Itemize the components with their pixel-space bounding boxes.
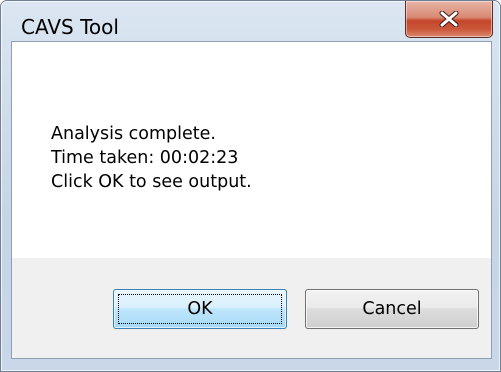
dialog-window: CAVS Tool Analysis complete. Time taken:…	[0, 0, 501, 372]
message-text: Analysis complete. Time taken: 00:02:23 …	[51, 122, 252, 194]
message-line-instruction: Click OK to see output.	[51, 172, 252, 192]
close-button[interactable]	[405, 1, 493, 38]
ok-button[interactable]: OK	[113, 289, 287, 329]
window-title: CAVS Tool	[21, 15, 119, 39]
dialog-client-area: Analysis complete. Time taken: 00:02:23 …	[11, 41, 492, 359]
cancel-button-label: Cancel	[362, 299, 422, 319]
ok-button-label: OK	[187, 299, 213, 319]
title-bar[interactable]: CAVS Tool	[1, 1, 500, 41]
cancel-button[interactable]: Cancel	[305, 289, 479, 329]
message-line-time: Time taken: 00:02:23	[51, 148, 239, 168]
message-panel: Analysis complete. Time taken: 00:02:23 …	[12, 42, 491, 258]
message-line-status: Analysis complete.	[51, 124, 216, 144]
close-icon	[439, 11, 459, 27]
